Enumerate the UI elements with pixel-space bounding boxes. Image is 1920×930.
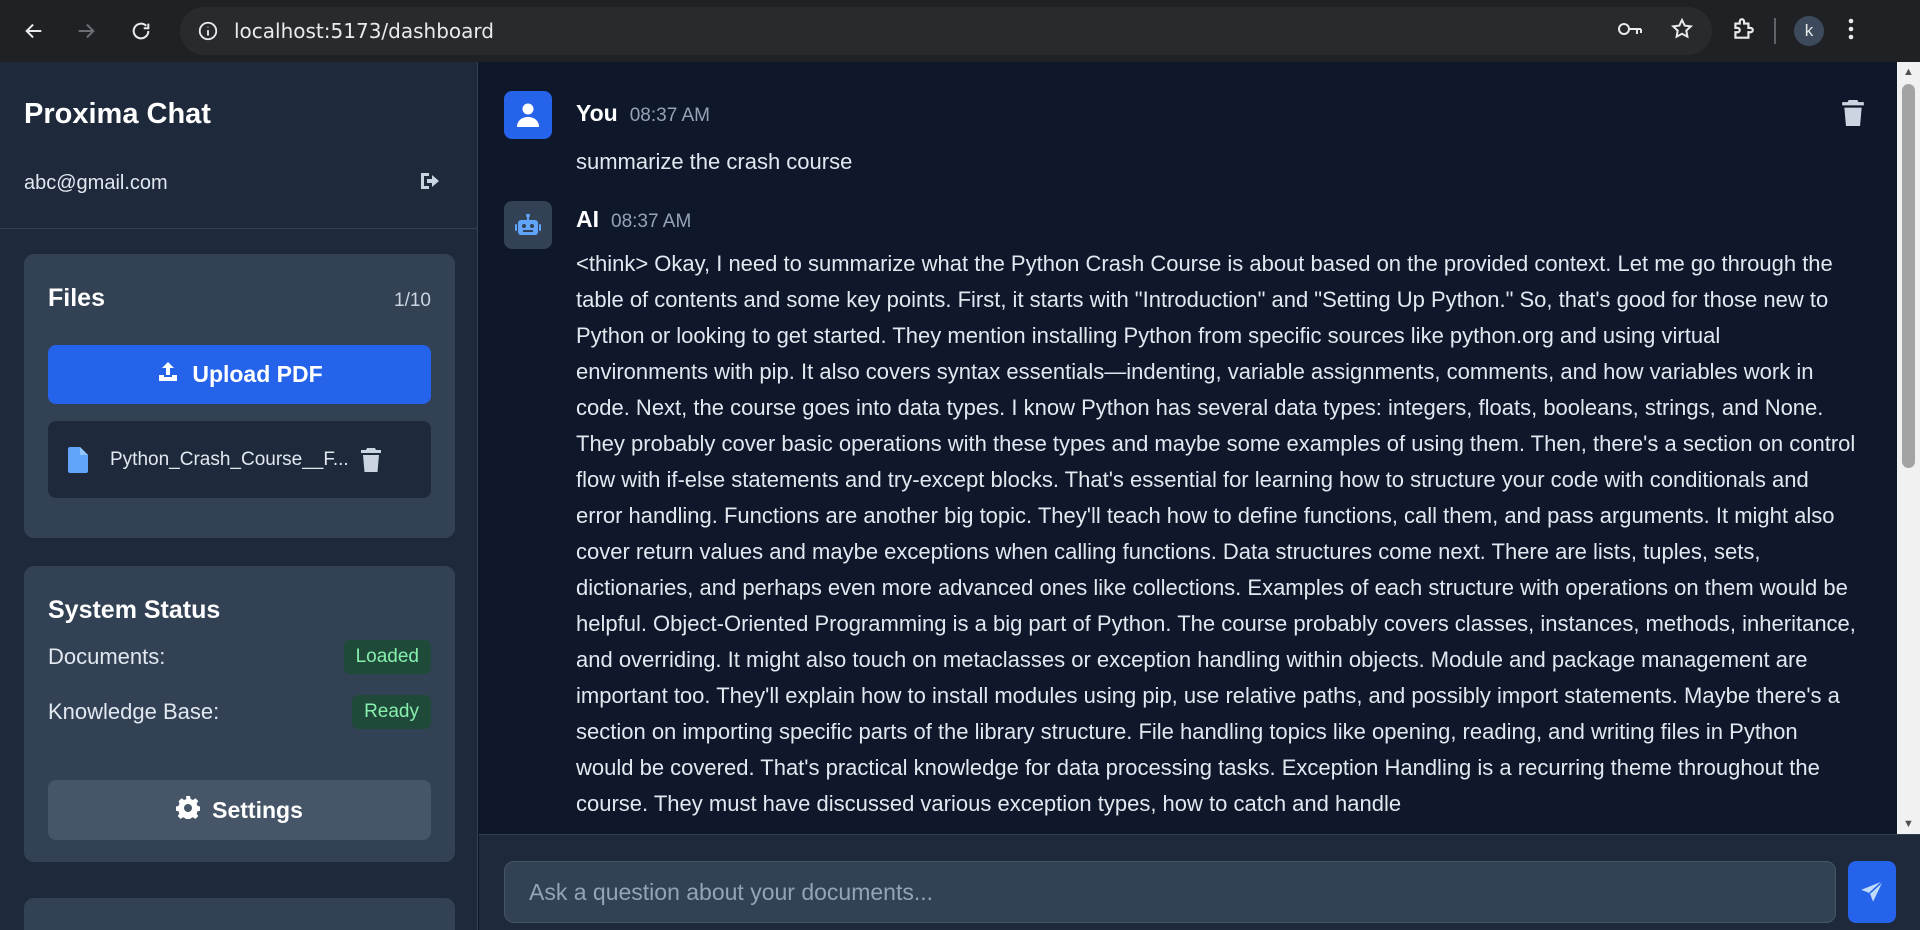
app-title: Proxima Chat xyxy=(24,98,211,130)
files-title: Files xyxy=(48,284,105,312)
sidebar-divider xyxy=(0,228,477,229)
system-status-panel: System Status Documents: Loaded Knowledg… xyxy=(24,566,455,862)
back-icon[interactable] xyxy=(14,11,54,51)
status-row-documents: Documents: Loaded xyxy=(48,637,431,677)
chat-input[interactable] xyxy=(504,861,1836,923)
system-status-title: System Status xyxy=(48,596,221,624)
message-sender: AI xyxy=(576,206,599,232)
forward-icon[interactable] xyxy=(66,11,106,51)
browser-toolbar: localhost:5173/dashboard k xyxy=(0,0,1920,62)
browser-menu-icon[interactable] xyxy=(1848,18,1854,45)
status-label: Knowledge Base: xyxy=(48,699,220,724)
address-bar[interactable]: localhost:5173/dashboard xyxy=(180,7,1712,55)
message-header: AI 08:37 AM xyxy=(576,206,691,233)
site-info-icon[interactable] xyxy=(196,19,220,43)
chat-messages: You 08:37 AM summarize the crash course … xyxy=(479,62,1920,834)
scroll-up-arrow-icon[interactable]: ▲ xyxy=(1902,66,1915,78)
ai-avatar xyxy=(504,201,552,249)
send-icon xyxy=(1861,880,1884,902)
profile-avatar[interactable]: k xyxy=(1794,16,1824,46)
settings-label: Settings xyxy=(212,796,303,823)
user-email: abc@gmail.com xyxy=(24,172,168,194)
upload-pdf-button[interactable]: Upload PDF xyxy=(48,345,431,404)
files-count: 1/10 xyxy=(394,290,431,311)
upload-pdf-label: Upload PDF xyxy=(192,361,323,387)
reload-icon[interactable] xyxy=(121,11,161,51)
toolbar-divider xyxy=(1774,18,1776,44)
sidebar-card xyxy=(24,898,455,930)
message-text: summarize the crash course xyxy=(576,149,853,174)
message-time: 08:37 AM xyxy=(611,211,692,232)
message-header: You 08:37 AM xyxy=(576,100,710,127)
status-badge: Loaded xyxy=(343,640,431,674)
status-row-knowledge-base: Knowledge Base: Ready xyxy=(48,692,431,732)
upload-icon xyxy=(156,360,180,390)
bookmark-star-icon[interactable] xyxy=(1670,17,1694,46)
user-icon xyxy=(517,103,539,127)
file-item[interactable]: Python_Crash_Course__F... xyxy=(48,421,431,498)
status-badge: Ready xyxy=(352,695,431,729)
scrollbar-thumb[interactable] xyxy=(1902,84,1915,468)
user-avatar xyxy=(504,91,552,139)
delete-file-icon[interactable] xyxy=(359,446,383,474)
chat-scrollbar[interactable]: ▲ ▼ xyxy=(1897,62,1920,834)
url-text[interactable]: localhost:5173/dashboard xyxy=(234,19,494,43)
gear-icon xyxy=(175,795,201,825)
send-button[interactable] xyxy=(1848,861,1896,923)
logout-icon[interactable] xyxy=(416,166,446,196)
message-sender: You xyxy=(576,100,618,126)
robot-icon xyxy=(515,214,541,235)
scroll-down-arrow-icon[interactable]: ▼ xyxy=(1902,818,1915,830)
files-panel: Files 1/10 Upload PDF Python_Crash_Cours… xyxy=(24,254,455,538)
message-text: <think> Okay, I need to summarize what t… xyxy=(576,251,1856,816)
settings-button[interactable]: Settings xyxy=(48,780,431,840)
password-key-icon[interactable] xyxy=(1616,18,1644,45)
file-icon xyxy=(68,446,90,474)
file-name: Python_Crash_Course__F... xyxy=(110,448,349,470)
message-time: 08:37 AM xyxy=(629,105,711,126)
chat-input-bar xyxy=(479,834,1920,930)
sidebar: Proxima Chat abc@gmail.com Files 1/10 Up… xyxy=(0,62,478,930)
extensions-puzzle-icon[interactable] xyxy=(1730,16,1756,47)
delete-chat-icon[interactable] xyxy=(1840,98,1866,128)
status-label: Documents: xyxy=(48,644,166,669)
